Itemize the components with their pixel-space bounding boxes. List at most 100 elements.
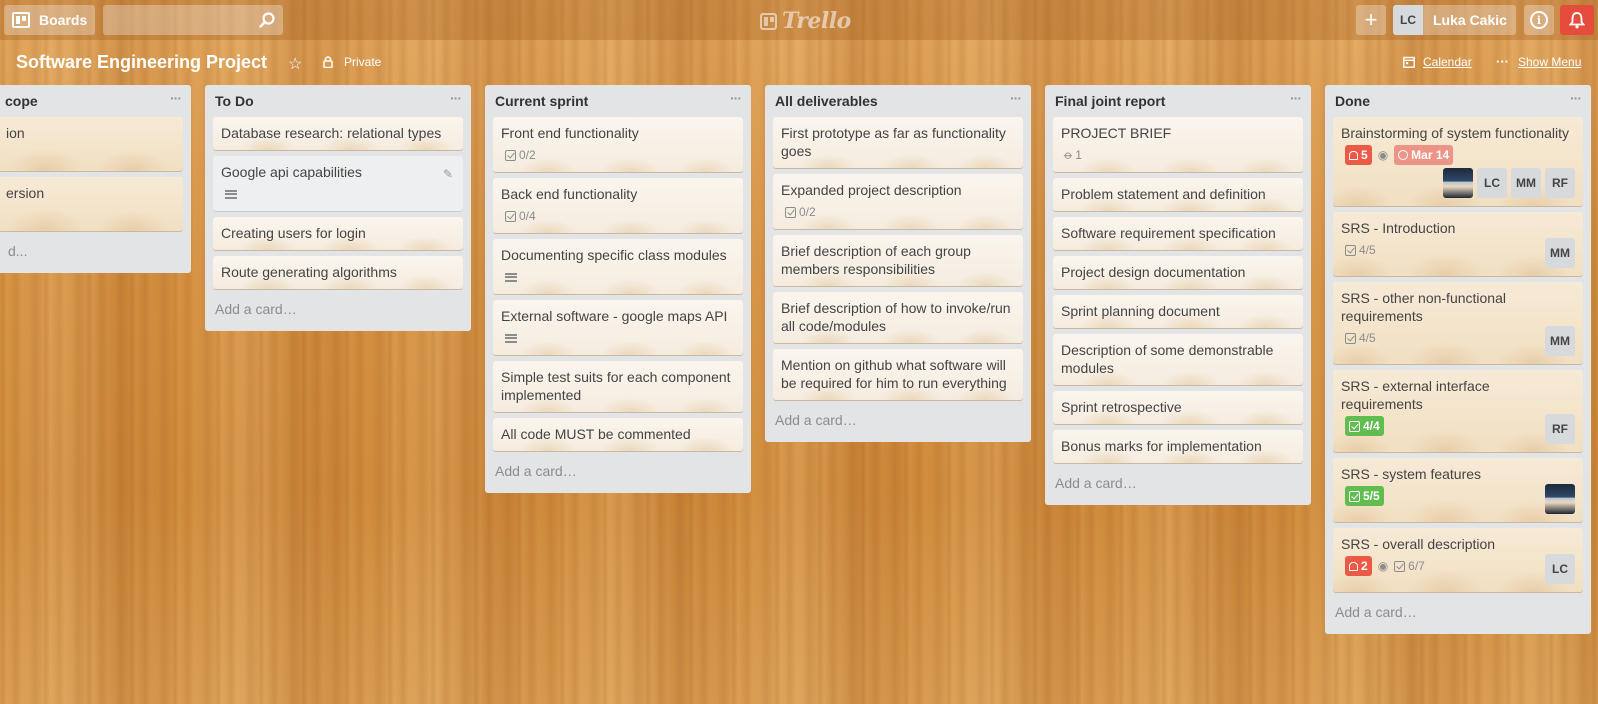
member-menu-button[interactable]: LC Luka Cakic <box>1393 5 1516 35</box>
list-header[interactable]: All deliverables ··· <box>773 85 1023 117</box>
list-card[interactable]: Brainstorming of system functionality 5 … <box>1333 117 1583 206</box>
avatar[interactable]: RF <box>1545 414 1575 444</box>
list-card[interactable]: All code MUST be commented <box>493 418 743 451</box>
add-card-link[interactable]: Add a card… <box>773 406 1023 434</box>
more-icon[interactable]: ··· <box>1496 54 1509 69</box>
avatar[interactable]: LC <box>1477 168 1507 198</box>
list-menu-icon[interactable]: ··· <box>730 90 742 106</box>
checklist-count: 0/4 <box>519 209 536 223</box>
star-icon[interactable]: ☆ <box>288 54 302 74</box>
pencil-icon[interactable]: ✎ <box>443 165 453 183</box>
notifications-button[interactable] <box>1560 5 1594 35</box>
list-header[interactable]: To Do ··· <box>213 85 463 117</box>
info-button[interactable]: i <box>1524 5 1554 35</box>
list-card[interactable]: Bonus marks for implementation <box>1053 430 1303 463</box>
calendar-link[interactable]: Calendar <box>1423 55 1472 69</box>
list-card[interactable]: ion <box>0 117 183 171</box>
checklist-icon <box>505 149 516 161</box>
list-card[interactable]: Problem statement and definition <box>1053 178 1303 211</box>
list-card[interactable]: Software requirement specification <box>1053 217 1303 250</box>
calendar-icon[interactable] <box>1403 56 1415 68</box>
add-button[interactable]: + <box>1356 5 1386 35</box>
list-menu-icon[interactable]: ··· <box>1290 90 1302 106</box>
list-card[interactable]: Simple test suits for each component imp… <box>493 361 743 412</box>
avatar[interactable]: MM <box>1545 326 1575 356</box>
list-card[interactable]: SRS - Introduction 4/5 MM <box>1333 212 1583 276</box>
list-title[interactable]: Current sprint <box>495 93 588 109</box>
card-title: Route generating algorithms <box>221 264 397 280</box>
list-card[interactable]: Database research: relational types <box>213 117 463 150</box>
add-card-link[interactable]: d... <box>0 237 183 265</box>
list-card[interactable]: ersion <box>0 177 183 231</box>
list-title[interactable]: All deliverables <box>775 93 878 109</box>
list-menu-icon[interactable]: ··· <box>1010 90 1022 106</box>
list-header[interactable]: Final joint report ··· <box>1053 85 1303 117</box>
list-title[interactable]: cope <box>5 93 38 109</box>
checklist-count: 0/2 <box>519 148 536 162</box>
list-card[interactable]: SRS - other non-functional requirements … <box>1333 282 1583 364</box>
avatar[interactable]: MM <box>1511 168 1541 198</box>
card-title: SRS - overall description <box>1341 536 1496 552</box>
list-card[interactable]: Sprint retrospective <box>1053 391 1303 424</box>
list-header[interactable]: cope ··· <box>0 85 183 117</box>
info-icon: i <box>1530 11 1548 29</box>
checklist-count: 6/7 <box>1408 559 1425 573</box>
trello-logo[interactable]: Trello <box>760 8 851 34</box>
list-menu-icon[interactable]: ··· <box>170 90 182 106</box>
list-menu-icon[interactable]: ··· <box>1570 90 1582 106</box>
list-card[interactable]: Description of some demonstrable modules <box>1053 334 1303 385</box>
card-title: Google api capabilities <box>221 164 362 180</box>
list-header[interactable]: Done ··· <box>1333 85 1583 117</box>
avatar[interactable]: LC <box>1545 554 1575 584</box>
card-title: ion <box>6 125 25 141</box>
checklist-icon <box>1349 420 1360 432</box>
search-input[interactable] <box>103 5 283 35</box>
avatar[interactable]: MM <box>1545 238 1575 268</box>
list-menu-icon[interactable]: ··· <box>450 90 462 106</box>
add-card-link[interactable]: Add a card… <box>493 457 743 485</box>
list-card[interactable]: Documenting specific class modules <box>493 239 743 294</box>
list-header[interactable]: Current sprint ··· <box>493 85 743 117</box>
checklist-badge: 4/5 <box>1345 329 1376 347</box>
list-card[interactable]: Creating users for login <box>213 217 463 250</box>
add-card-link[interactable]: Add a card… <box>1053 469 1303 497</box>
list-title[interactable]: To Do <box>215 93 254 109</box>
logo-text: Trello <box>782 8 851 34</box>
boards-button[interactable]: Boards <box>4 5 95 35</box>
list-card[interactable]: Back end functionality 0/4 <box>493 178 743 233</box>
plus-icon: + <box>1364 7 1378 32</box>
list-card[interactable]: Front end functionality 0/2 <box>493 117 743 172</box>
list-card[interactable]: PROJECT BRIEF ⌀ 1 <box>1053 117 1303 172</box>
card-badges <box>501 268 735 286</box>
list-card[interactable]: SRS - overall description 2 ◉ 6/7 LC <box>1333 528 1583 592</box>
list-card[interactable]: SRS - system features 5/5 <box>1333 458 1583 522</box>
list-card[interactable]: Google api capabilities ✎ <box>213 156 463 211</box>
add-card-link[interactable]: Add a card… <box>213 295 463 323</box>
avatar[interactable] <box>1545 484 1575 514</box>
notification-badge: 5 <box>1345 145 1372 165</box>
search-icon[interactable] <box>258 11 276 29</box>
visibility-label[interactable]: Private <box>344 55 381 69</box>
list-card[interactable]: Brief description of how to invoke/run a… <box>773 292 1023 343</box>
list-title[interactable]: Final joint report <box>1055 93 1165 109</box>
lock-icon[interactable] <box>323 56 333 68</box>
list-card[interactable]: First prototype as far as functionality … <box>773 117 1023 168</box>
list-title[interactable]: Done <box>1335 93 1370 109</box>
list-card[interactable]: Mention on github what software will be … <box>773 349 1023 400</box>
show-menu-link[interactable]: Show Menu <box>1518 55 1581 69</box>
card-badges: ⌀ 1 <box>1061 146 1295 164</box>
avatar[interactable] <box>1443 168 1473 198</box>
list-card[interactable]: Route generating algorithms <box>213 256 463 289</box>
list-card[interactable]: Project design documentation <box>1053 256 1303 289</box>
add-card-link[interactable]: Add a card… <box>1333 598 1583 626</box>
list-card[interactable]: Brief description of each group members … <box>773 235 1023 286</box>
list-card[interactable]: SRS - external interface requirements 4/… <box>1333 370 1583 452</box>
board-title[interactable]: Software Engineering Project <box>16 52 267 73</box>
avatar[interactable]: RF <box>1545 168 1575 198</box>
list-card[interactable]: External software - google maps API <box>493 300 743 355</box>
list-card[interactable]: Sprint planning document <box>1053 295 1303 328</box>
list-card[interactable]: Expanded project description 0/2 <box>773 174 1023 229</box>
list-done: Done ··· Brainstorming of system functio… <box>1325 85 1591 634</box>
checklist-icon <box>1394 560 1406 572</box>
checklist-count: 4/5 <box>1359 243 1376 257</box>
